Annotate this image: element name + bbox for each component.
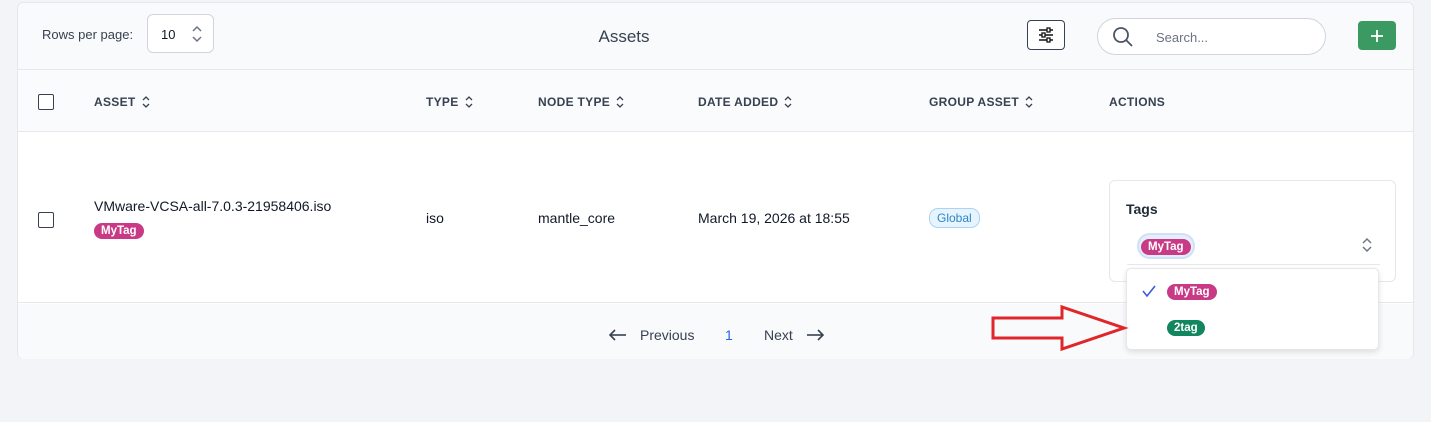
column-header-node-type[interactable]: NODE TYPE (538, 95, 624, 109)
search-input[interactable] (1156, 28, 1316, 46)
previous-page-button[interactable]: Previous (609, 327, 694, 343)
tags-editor: Tags MyTag (1109, 180, 1396, 282)
column-header-label: TYPE (426, 95, 459, 109)
asset-tag-cell: MyTag (94, 221, 144, 239)
column-header-label: ASSET (94, 95, 136, 109)
table-header: ASSET TYPE NODE TYPE DATE ADDED GROUP AS… (18, 70, 1413, 132)
search-icon (1113, 27, 1133, 47)
next-page-button[interactable]: Next (764, 327, 824, 343)
asset-node-type: mantle_core (538, 210, 616, 226)
column-header-asset[interactable]: ASSET (94, 95, 150, 109)
column-header-label: NODE TYPE (538, 95, 611, 109)
column-header-label: GROUP ASSET (929, 95, 1019, 109)
plus-icon (1371, 29, 1383, 42)
asset-name[interactable]: VMware-VCSA-all-7.0.3-21958406.iso (94, 198, 331, 214)
selected-tag-badge: MyTag (1141, 239, 1191, 255)
previous-label: Previous (640, 327, 695, 343)
tag-option-label: MyTag (1167, 284, 1217, 300)
page-number-current[interactable]: 1 (725, 327, 733, 343)
tag-option-2tag[interactable]: 2tag (1127, 311, 1378, 345)
table-toolbar: Rows per page: 10 Assets (18, 3, 1413, 70)
asset-date-added: March 19, 2026 at 18:55 (698, 210, 850, 226)
tags-select[interactable]: MyTag (1127, 231, 1380, 265)
chevron-up-down-icon (1362, 238, 1372, 252)
row-select-checkbox[interactable] (38, 212, 54, 228)
red-arrow-annotation (991, 304, 1129, 352)
asset-type: iso (426, 210, 444, 226)
group-asset-cell: Global (929, 208, 980, 228)
column-header-label: DATE ADDED (698, 95, 779, 109)
select-all-checkbox[interactable] (38, 94, 54, 110)
sort-icon (1025, 96, 1033, 108)
next-label: Next (764, 327, 793, 343)
arrow-right-icon (806, 329, 824, 341)
tags-dropdown-menu: MyTag 2tag (1126, 268, 1379, 350)
search-box (1097, 18, 1326, 55)
arrow-left-icon (609, 329, 626, 341)
tags-label: Tags (1126, 201, 1158, 217)
sort-icon (616, 96, 624, 108)
tag-option-mytag[interactable]: MyTag (1127, 275, 1378, 309)
check-icon (1142, 285, 1156, 298)
sort-icon (465, 96, 473, 108)
selected-tag-chip[interactable]: MyTag (1137, 233, 1195, 259)
tag-option-label: 2tag (1167, 320, 1205, 336)
add-asset-button[interactable] (1358, 21, 1396, 50)
column-header-group-asset[interactable]: GROUP ASSET (929, 95, 1033, 109)
sort-icon (784, 96, 792, 108)
asset-tag-badge: MyTag (94, 223, 144, 239)
assets-card: Rows per page: 10 Assets Search... ASSET… (17, 2, 1414, 359)
sliders-icon (1039, 27, 1053, 43)
sort-icon (142, 96, 149, 108)
column-header-actions: ACTIONS (1109, 95, 1165, 109)
column-header-type[interactable]: TYPE (426, 95, 473, 109)
column-header-label: ACTIONS (1109, 95, 1166, 109)
group-asset-badge: Global (929, 208, 980, 228)
column-header-date-added[interactable]: DATE ADDED (698, 95, 792, 109)
filter-button[interactable] (1027, 20, 1065, 50)
